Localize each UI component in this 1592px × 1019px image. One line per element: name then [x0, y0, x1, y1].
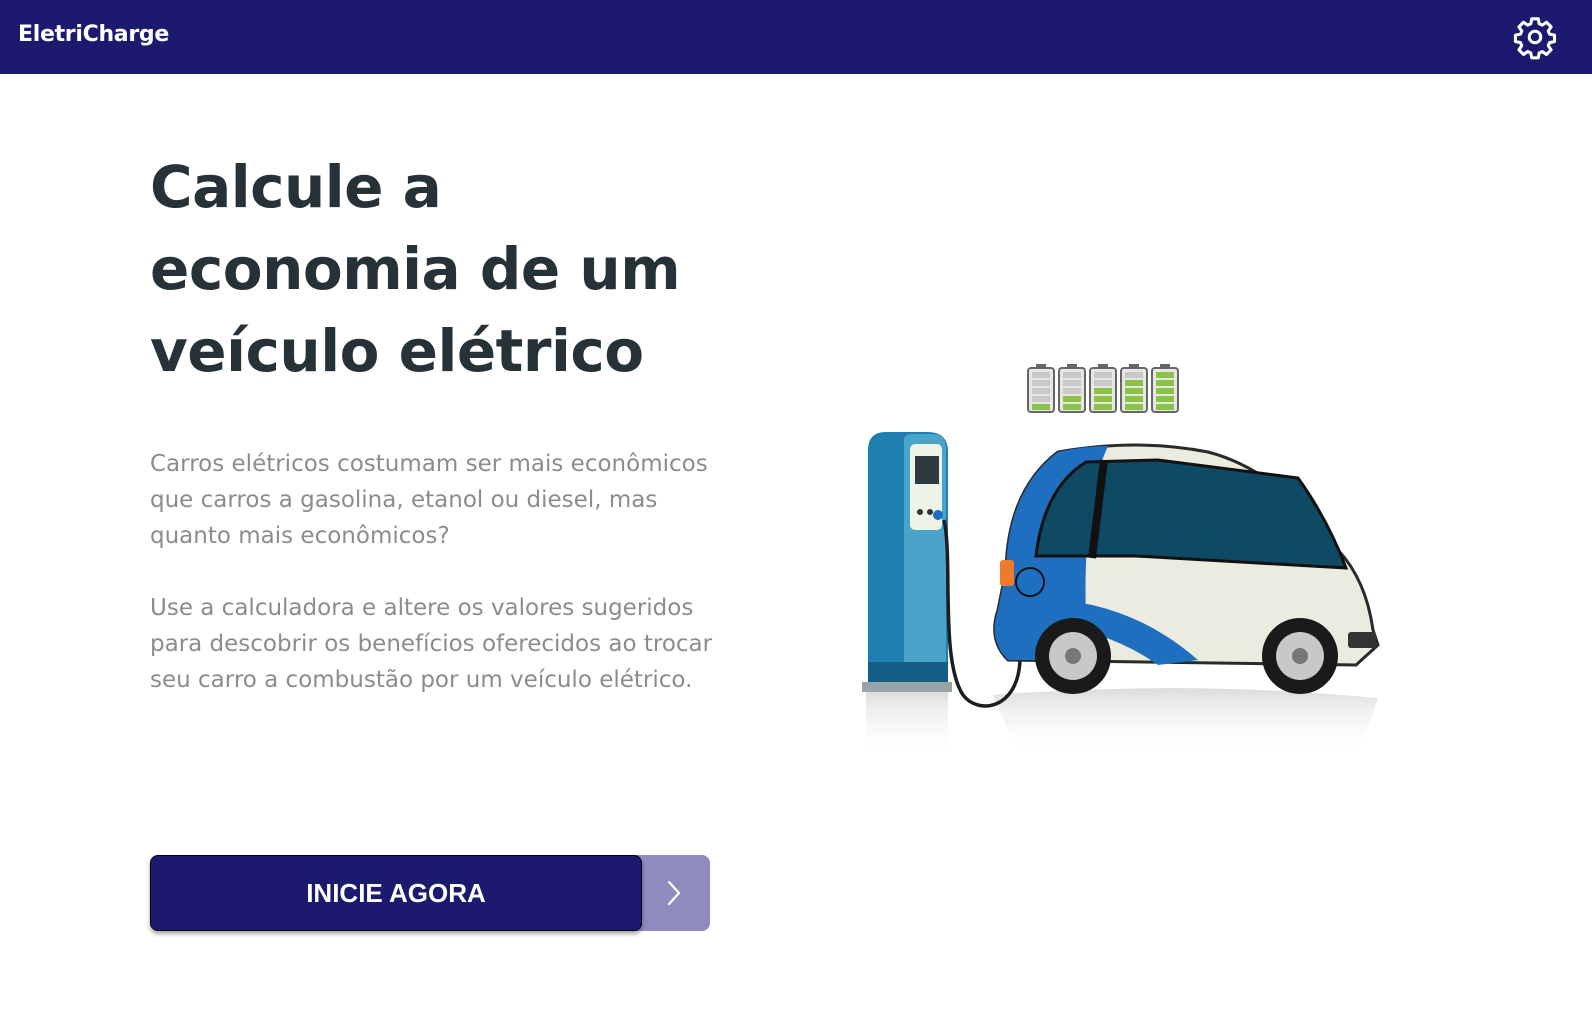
intro-paragraph: Carros elétricos costumam ser mais econô…	[150, 451, 708, 549]
battery-segment	[1094, 396, 1112, 402]
battery-segment	[1156, 404, 1174, 410]
start-cta-group: INICIE AGORA	[150, 855, 710, 932]
ev-charging-illustration	[862, 364, 1380, 758]
battery-segment	[1032, 372, 1050, 378]
battery-segment	[1156, 396, 1174, 402]
brand-logo: EletriCharge	[18, 22, 169, 47]
battery-segment	[1156, 380, 1174, 386]
battery-segment	[1156, 388, 1174, 394]
battery-indicators	[1027, 364, 1179, 413]
battery-segment	[1032, 404, 1050, 410]
charging-station	[862, 432, 952, 692]
battery-segment	[1032, 380, 1050, 386]
start-button[interactable]: INICIE AGORA	[150, 855, 642, 931]
battery-segment	[1125, 404, 1143, 410]
battery-segment	[1032, 388, 1050, 394]
battery-segment	[1032, 396, 1050, 402]
battery-icon	[1027, 364, 1055, 413]
battery-icon	[1058, 364, 1086, 413]
battery-segment	[1063, 404, 1081, 410]
instructions-paragraph: Use a calculadora e altere os valores su…	[150, 595, 713, 693]
battery-segment	[1125, 396, 1143, 402]
battery-segment	[1063, 388, 1081, 394]
battery-segment	[1125, 388, 1143, 394]
electric-car	[993, 443, 1380, 694]
battery-icon	[1120, 364, 1148, 413]
battery-segment	[1063, 372, 1081, 378]
battery-segment	[1156, 372, 1174, 378]
battery-segment	[1094, 388, 1112, 394]
battery-segment	[1094, 380, 1112, 386]
battery-segment	[1063, 396, 1081, 402]
page-title: Calcule a economia de um veículo elétric…	[150, 153, 681, 385]
battery-segment	[1125, 372, 1143, 378]
top-nav-bar: EletriCharge	[0, 0, 1592, 74]
chevron-right-icon	[667, 880, 681, 906]
battery-segment	[1094, 372, 1112, 378]
battery-segment	[1063, 380, 1081, 386]
station-reflection	[866, 690, 948, 758]
battery-icon	[1089, 364, 1117, 413]
battery-segment	[1094, 404, 1112, 410]
battery-icon	[1151, 364, 1179, 413]
gear-icon[interactable]	[1512, 14, 1558, 60]
battery-segment	[1125, 380, 1143, 386]
car-shadow	[993, 688, 1378, 755]
